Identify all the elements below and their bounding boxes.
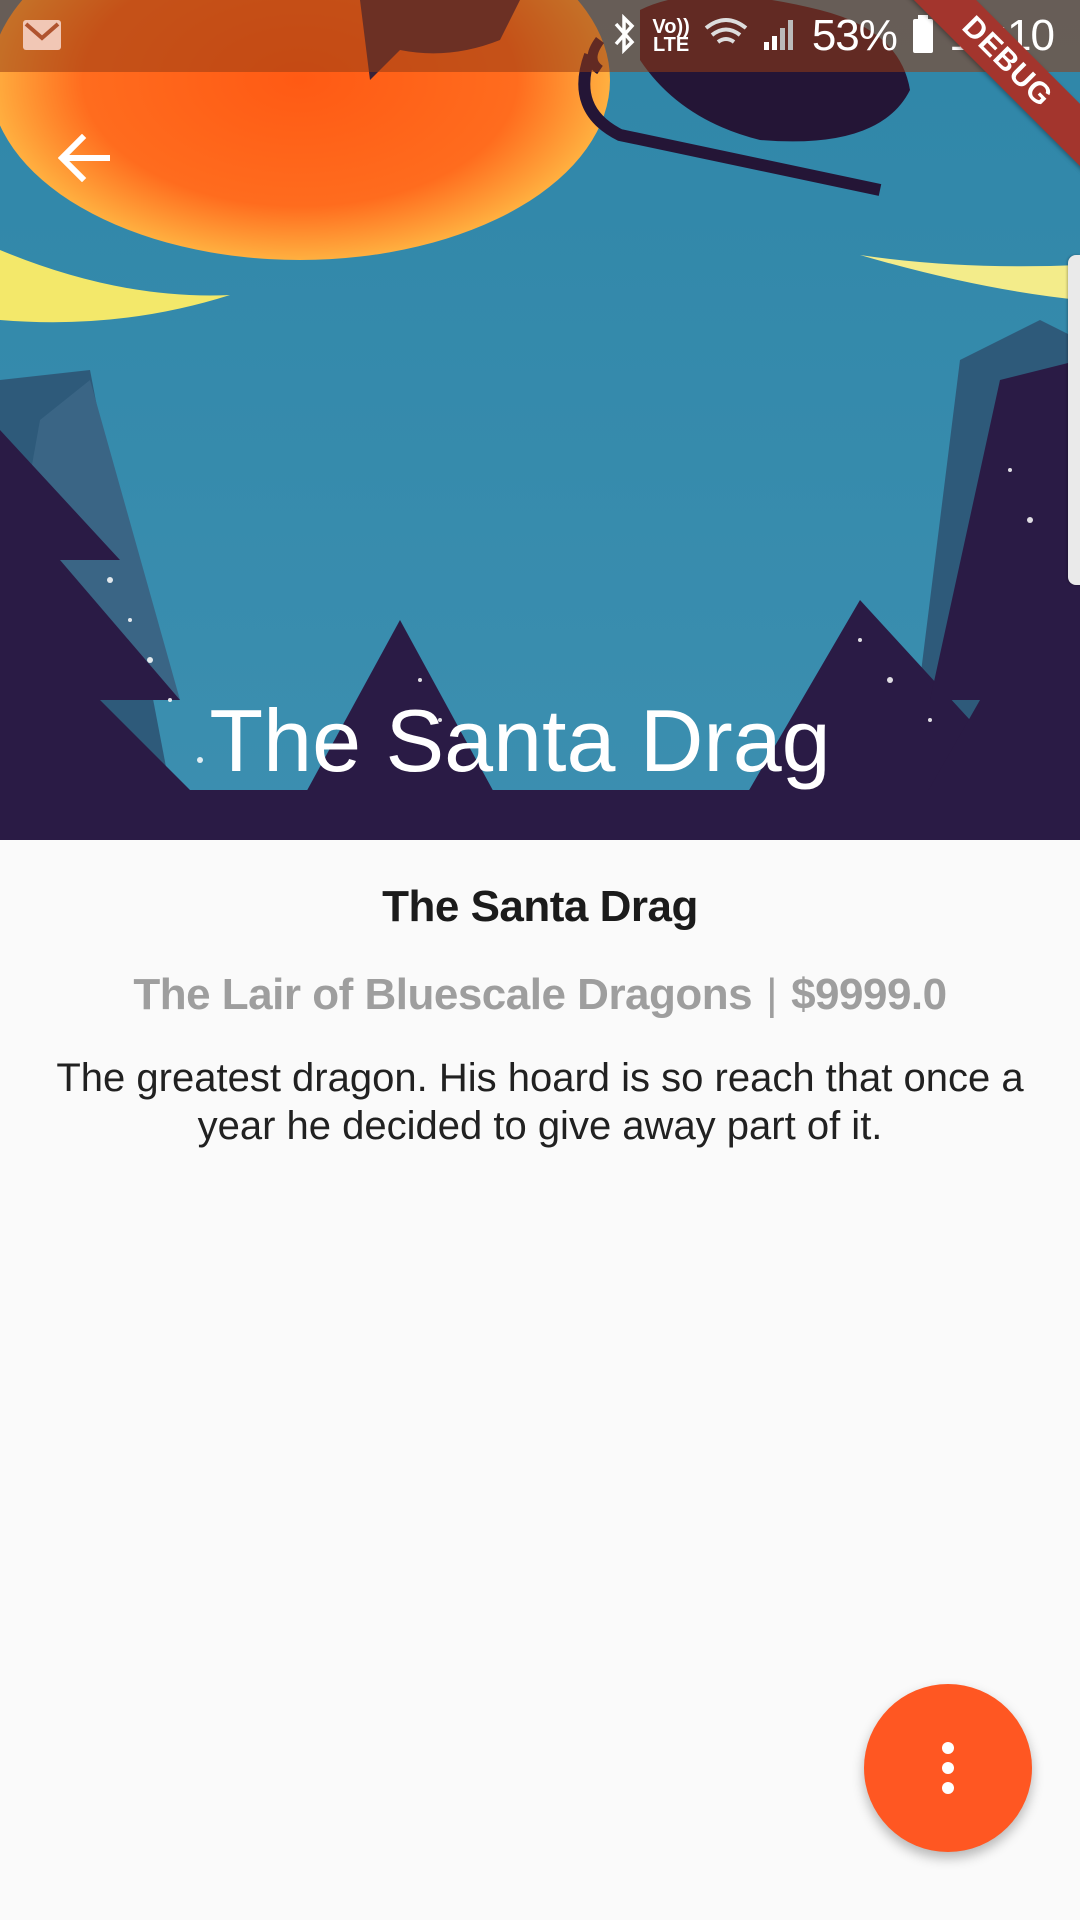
arrow-back-icon bbox=[58, 134, 110, 182]
battery-percent: 53% bbox=[811, 11, 898, 60]
app-bar-title: The Santa Drag bbox=[0, 690, 1080, 792]
back-button[interactable] bbox=[44, 118, 124, 198]
bluetooth-icon bbox=[612, 13, 638, 59]
meta-separator: | bbox=[766, 970, 778, 1019]
dragon-location: The Lair of Bluescale Dragons bbox=[133, 970, 753, 1019]
scroll-edge-handle[interactable] bbox=[1068, 255, 1080, 585]
more-vert-icon bbox=[942, 1742, 954, 1794]
dragon-description: The greatest dragon. His hoard is so rea… bbox=[56, 1056, 1024, 1148]
wifi-icon bbox=[704, 16, 748, 57]
app-bar-title-text: The Santa Drag bbox=[209, 691, 831, 790]
dragon-price: $9999.0 bbox=[791, 970, 947, 1019]
status-bar: Vo)) LTE 53% 16:10 bbox=[0, 0, 1080, 72]
dragon-name: The Santa Drag bbox=[382, 882, 698, 931]
battery-icon bbox=[911, 14, 935, 59]
volte-icon: Vo)) LTE bbox=[652, 17, 690, 56]
gmail-icon bbox=[22, 18, 62, 52]
lte-label: LTE bbox=[652, 34, 690, 56]
more-options-fab[interactable] bbox=[864, 1684, 1032, 1852]
signal-icon bbox=[762, 16, 798, 57]
dragon-meta: The Lair of Bluescale Dragons | $9999.0 bbox=[0, 970, 1080, 1020]
